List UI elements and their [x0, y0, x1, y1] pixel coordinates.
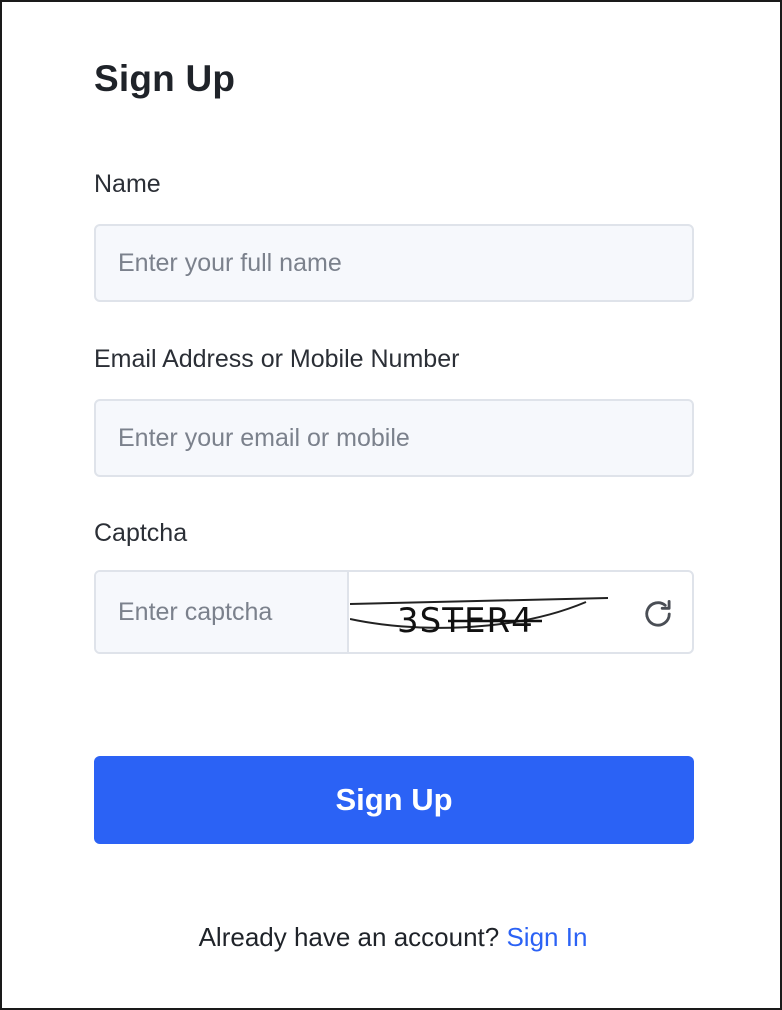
email-or-mobile-input[interactable] — [96, 401, 692, 475]
name-input[interactable] — [96, 226, 692, 300]
contact-label: Email Address or Mobile Number — [94, 345, 460, 373]
captcha-input[interactable] — [96, 572, 347, 652]
sign-in-link[interactable]: Sign In — [506, 922, 587, 952]
sign-up-button[interactable]: Sign Up — [94, 756, 694, 844]
refresh-icon[interactable] — [640, 596, 676, 632]
signin-prompt: Already have an account? Sign In — [2, 922, 782, 953]
name-field-wrapper — [94, 224, 694, 302]
signup-card: Sign Up Name Email Address or Mobile Num… — [0, 0, 782, 1010]
captcha-field-wrapper: 3STER4 — [94, 570, 694, 654]
captcha-image: 3STER4 — [350, 594, 608, 640]
captcha-input-wrapper — [96, 572, 349, 652]
contact-field-wrapper — [94, 399, 694, 477]
page-title: Sign Up — [94, 58, 236, 99]
signin-prompt-text: Already have an account? — [198, 922, 500, 952]
captcha-label: Captcha — [94, 519, 188, 547]
name-label: Name — [94, 170, 161, 198]
